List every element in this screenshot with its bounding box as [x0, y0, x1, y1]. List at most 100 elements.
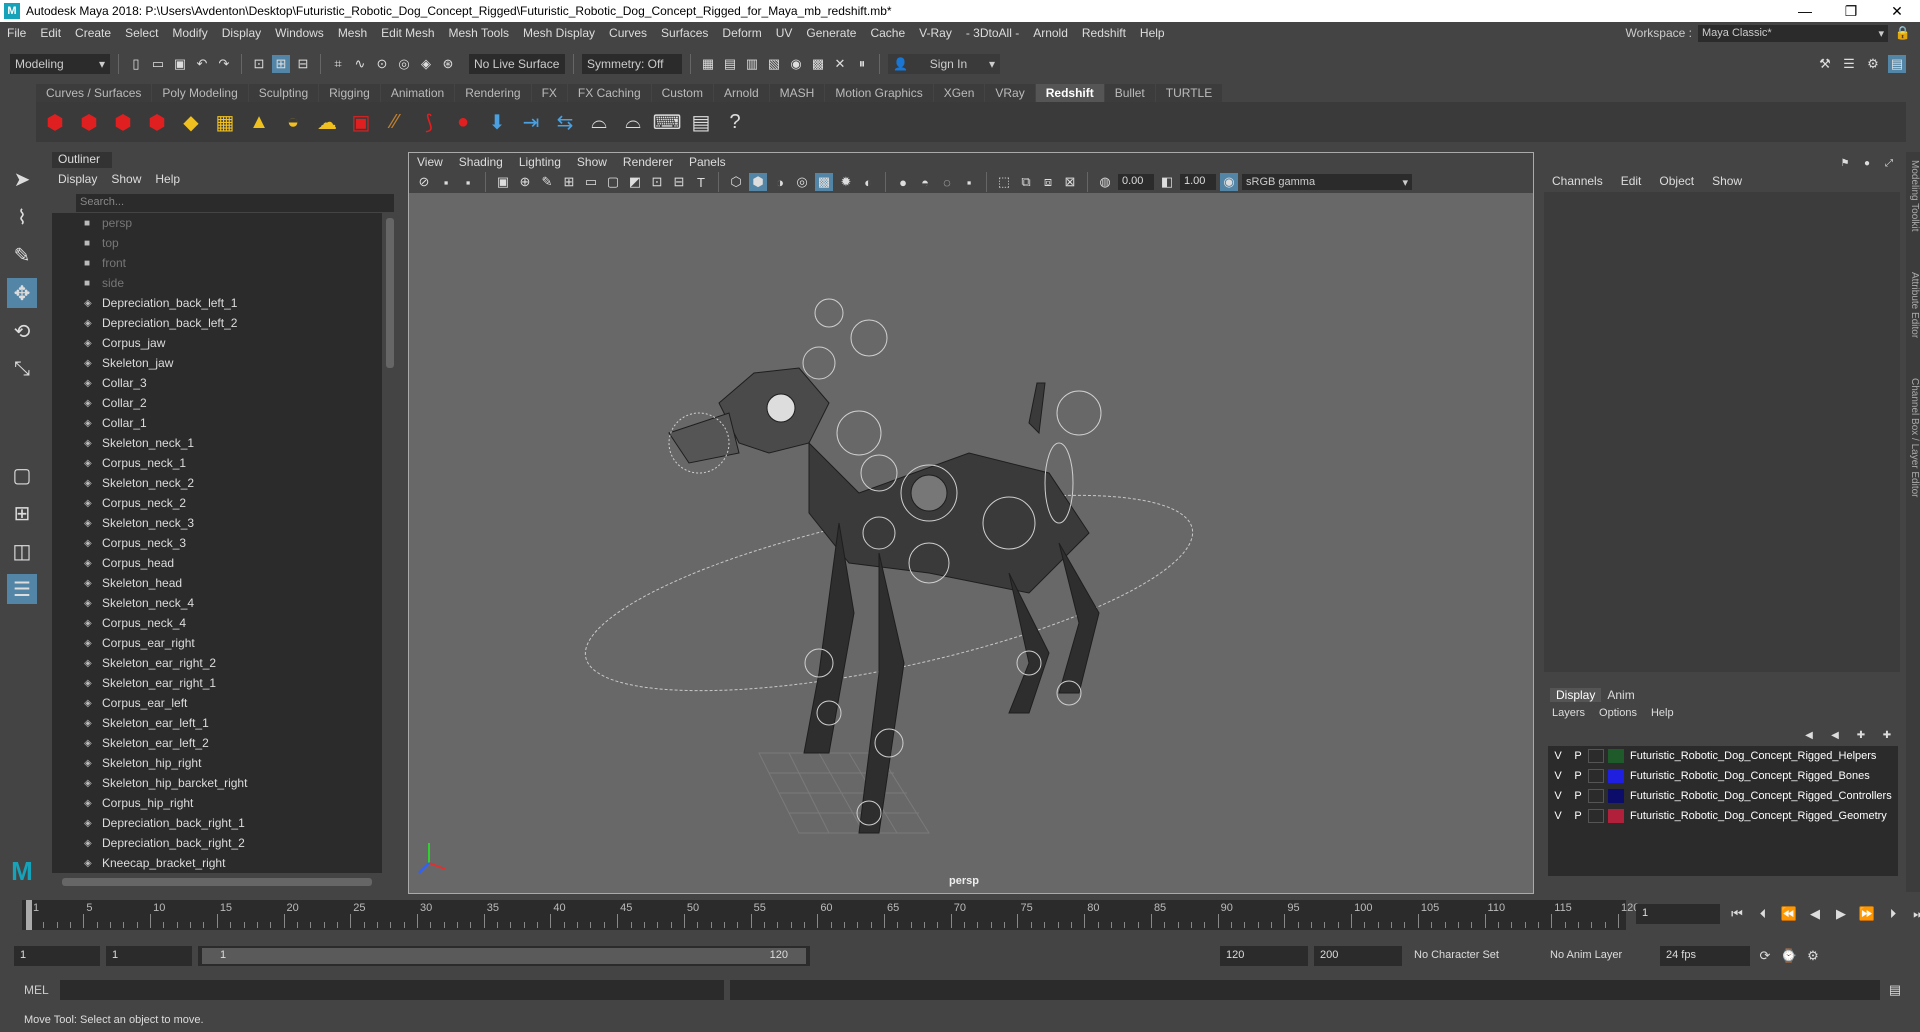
- outliner-item[interactable]: ◈ Collar_1: [52, 413, 382, 433]
- shelf-tab-sculpting[interactable]: Sculpting: [248, 84, 319, 102]
- menu-deform[interactable]: Deform: [715, 26, 768, 40]
- layer-visibility-toggle[interactable]: V: [1548, 790, 1568, 802]
- ipr-render-icon[interactable]: ▥: [743, 55, 761, 73]
- menu-create[interactable]: Create: [68, 26, 118, 40]
- shelf-tab-bullet[interactable]: Bullet: [1104, 84, 1155, 102]
- animation-start-field[interactable]: 1: [14, 946, 100, 966]
- use-default-material-icon[interactable]: ◑: [771, 173, 789, 191]
- outliner-item[interactable]: ◈ Corpus_ear_right: [52, 633, 382, 653]
- command-input[interactable]: [60, 980, 724, 1000]
- layer-visibility-toggle[interactable]: V: [1548, 750, 1568, 762]
- current-time-marker[interactable]: [26, 900, 32, 930]
- safe-title-icon[interactable]: T: [692, 173, 710, 191]
- render-view-icon[interactable]: ▩: [809, 55, 827, 73]
- gamma-icon[interactable]: ◧: [1158, 173, 1176, 191]
- outliner-item[interactable]: ◈ Collar_3: [52, 373, 382, 393]
- redshift-proxy-icon[interactable]: ⬇: [482, 107, 512, 137]
- layer-color-swatch[interactable]: [1608, 789, 1624, 803]
- save-scene-icon[interactable]: ▣: [171, 55, 189, 73]
- open-scene-icon[interactable]: ▭: [149, 55, 167, 73]
- help-icon[interactable]: ?: [720, 107, 750, 137]
- shelf-tab-mash[interactable]: MASH: [769, 84, 825, 102]
- outliner-item[interactable]: ◈ Depreciation_back_left_2: [52, 313, 382, 333]
- redshift-settings-icon[interactable]: ⬢: [142, 107, 172, 137]
- outliner-item[interactable]: ◈ Skeleton_hip_right: [52, 753, 382, 773]
- outliner-item[interactable]: ◈ Skeleton_head: [52, 573, 382, 593]
- resolution-gate-icon[interactable]: ▢: [604, 173, 622, 191]
- outliner-search-input[interactable]: Search...: [76, 194, 394, 212]
- camera-attributes-icon[interactable]: ▪: [437, 173, 455, 191]
- redshift-portal-light-icon[interactable]: ▦: [210, 107, 240, 137]
- redshift-ies-light-icon[interactable]: ▲: [244, 107, 274, 137]
- channel-menu-show[interactable]: Show: [1712, 174, 1742, 188]
- outliner-item[interactable]: ◈ Kneecap_bracket_right: [52, 853, 382, 873]
- menu-modify[interactable]: Modify: [165, 26, 214, 40]
- side-tab-channel-box-layer-editor[interactable]: Channel Box / Layer Editor: [1906, 378, 1920, 498]
- outliner-item[interactable]: ◈ Corpus_neck_3: [52, 533, 382, 553]
- go-to-start-icon[interactable]: ⏮: [1728, 905, 1746, 923]
- side-tab-modeling-toolkit[interactable]: Modeling Toolkit: [1906, 160, 1920, 232]
- shelf-tab-arnold[interactable]: Arnold: [713, 84, 769, 102]
- outliner-item[interactable]: ◈ Skeleton_jaw: [52, 353, 382, 373]
- play-backwards-icon[interactable]: ◀: [1806, 905, 1824, 923]
- snap-pivot-icon[interactable]: ⊛: [439, 55, 457, 73]
- xray-active-icon[interactable]: ⧈: [1039, 173, 1057, 191]
- menu-select[interactable]: Select: [118, 26, 165, 40]
- redshift-bake-icon[interactable]: ⌓: [584, 107, 614, 137]
- menu-generate[interactable]: Generate: [799, 26, 863, 40]
- layer-display-type[interactable]: [1588, 789, 1604, 803]
- layer-row[interactable]: V P Futuristic_Robotic_Dog_Concept_Rigged_…: [1548, 786, 1898, 806]
- menu-edit-mesh[interactable]: Edit Mesh: [374, 26, 441, 40]
- outliner-item[interactable]: ■ persp: [52, 213, 382, 233]
- auto-key-icon[interactable]: ⌚: [1780, 947, 1798, 965]
- motion-blur-icon[interactable]: ◓: [916, 173, 934, 191]
- shadows-icon[interactable]: ◐: [859, 173, 877, 191]
- outliner-item[interactable]: ◈ Skeleton_neck_4: [52, 593, 382, 613]
- anim-layer-dropdown[interactable]: No Anim Layer: [1544, 946, 1654, 966]
- render-frame-icon[interactable]: ▦: [699, 55, 717, 73]
- wireframe-icon[interactable]: ⬡: [727, 173, 745, 191]
- shelf-tab-rendering[interactable]: Rendering: [455, 84, 531, 102]
- redshift-volume-icon[interactable]: ▣: [346, 107, 376, 137]
- shelf-tab-curves-surfaces[interactable]: Curves / Surfaces: [36, 84, 152, 102]
- paint-select-tool-icon[interactable]: ✎: [7, 240, 37, 270]
- outliner-item[interactable]: ◈ Depreciation_back_right_2: [52, 833, 382, 853]
- maximize-button[interactable]: ❐: [1828, 3, 1874, 20]
- script-language-label[interactable]: MEL: [24, 983, 54, 997]
- layer-visibility-toggle[interactable]: V: [1548, 810, 1568, 822]
- channel-box-icon[interactable]: ▤: [1888, 55, 1906, 73]
- current-frame-field[interactable]: 1: [1636, 904, 1720, 924]
- shelf-tab-fx[interactable]: FX: [531, 84, 567, 102]
- redshift-proxy-import-icon[interactable]: ⇆: [550, 107, 580, 137]
- grid-icon[interactable]: ⊞: [560, 173, 578, 191]
- snap-point-icon[interactable]: ⊙: [373, 55, 391, 73]
- image-plane-icon[interactable]: ▣: [494, 173, 512, 191]
- layer-color-swatch[interactable]: [1608, 749, 1624, 763]
- single-pane-layout-icon[interactable]: ▢: [7, 460, 37, 490]
- menu-cache[interactable]: Cache: [863, 26, 912, 40]
- ambient-occlusion-icon[interactable]: ●: [894, 173, 912, 191]
- render-settings-icon[interactable]: ▧: [765, 55, 783, 73]
- menu-windows[interactable]: Windows: [268, 26, 331, 40]
- select-tool-icon[interactable]: ➤: [7, 164, 37, 194]
- play-forwards-icon[interactable]: ▶: [1832, 905, 1850, 923]
- redshift-log-icon[interactable]: ▤: [686, 107, 716, 137]
- menu-display[interactable]: Display: [215, 26, 268, 40]
- outliner-item[interactable]: ◈ Corpus_jaw: [52, 333, 382, 353]
- redshift-rv-icon[interactable]: ⬢: [40, 107, 70, 137]
- color-management-icon[interactable]: ◉: [1220, 173, 1238, 191]
- undo-icon[interactable]: ↶: [193, 55, 211, 73]
- outliner-item[interactable]: ◈ Skeleton_ear_right_2: [52, 653, 382, 673]
- redshift-render-icon[interactable]: ✕: [831, 55, 849, 73]
- menu-surfaces[interactable]: Surfaces: [654, 26, 715, 40]
- outliner-item[interactable]: ■ front: [52, 253, 382, 273]
- redshift-hair-icon[interactable]: ⁄⁄: [380, 107, 410, 137]
- channel-menu-channels[interactable]: Channels: [1552, 174, 1603, 188]
- layer-menu-layers[interactable]: Layers: [1552, 707, 1585, 719]
- shelf-tab-motion-graphics[interactable]: Motion Graphics: [825, 84, 933, 102]
- layer-row[interactable]: V P Futuristic_Robotic_Dog_Concept_Rigged_…: [1548, 766, 1898, 786]
- move-tool-icon[interactable]: ✥: [7, 278, 37, 308]
- shelf-tab-turtle[interactable]: TURTLE: [1155, 84, 1223, 102]
- menu--3dtoall-[interactable]: - 3DtoAll -: [959, 26, 1026, 40]
- outliner-item[interactable]: ◈ Skeleton_ear_left_2: [52, 733, 382, 753]
